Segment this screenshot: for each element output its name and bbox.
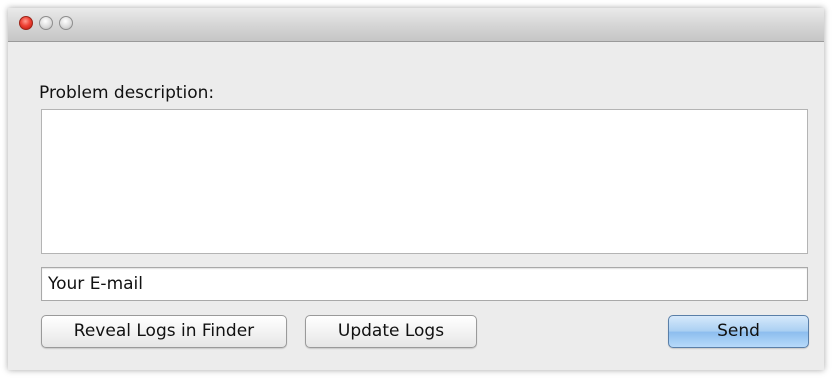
email-field[interactable]	[41, 267, 808, 301]
problem-description-textarea[interactable]	[41, 109, 808, 254]
minimize-icon[interactable]	[39, 16, 53, 30]
send-button[interactable]: Send	[668, 315, 809, 348]
title-bar[interactable]	[8, 8, 824, 42]
zoom-icon[interactable]	[59, 16, 73, 30]
update-logs-button[interactable]: Update Logs	[305, 315, 477, 348]
report-window: Problem description: Reveal Logs in Find…	[8, 8, 824, 370]
problem-description-label: Problem description:	[39, 83, 215, 103]
close-icon[interactable]	[19, 16, 33, 30]
reveal-logs-button[interactable]: Reveal Logs in Finder	[41, 315, 287, 348]
